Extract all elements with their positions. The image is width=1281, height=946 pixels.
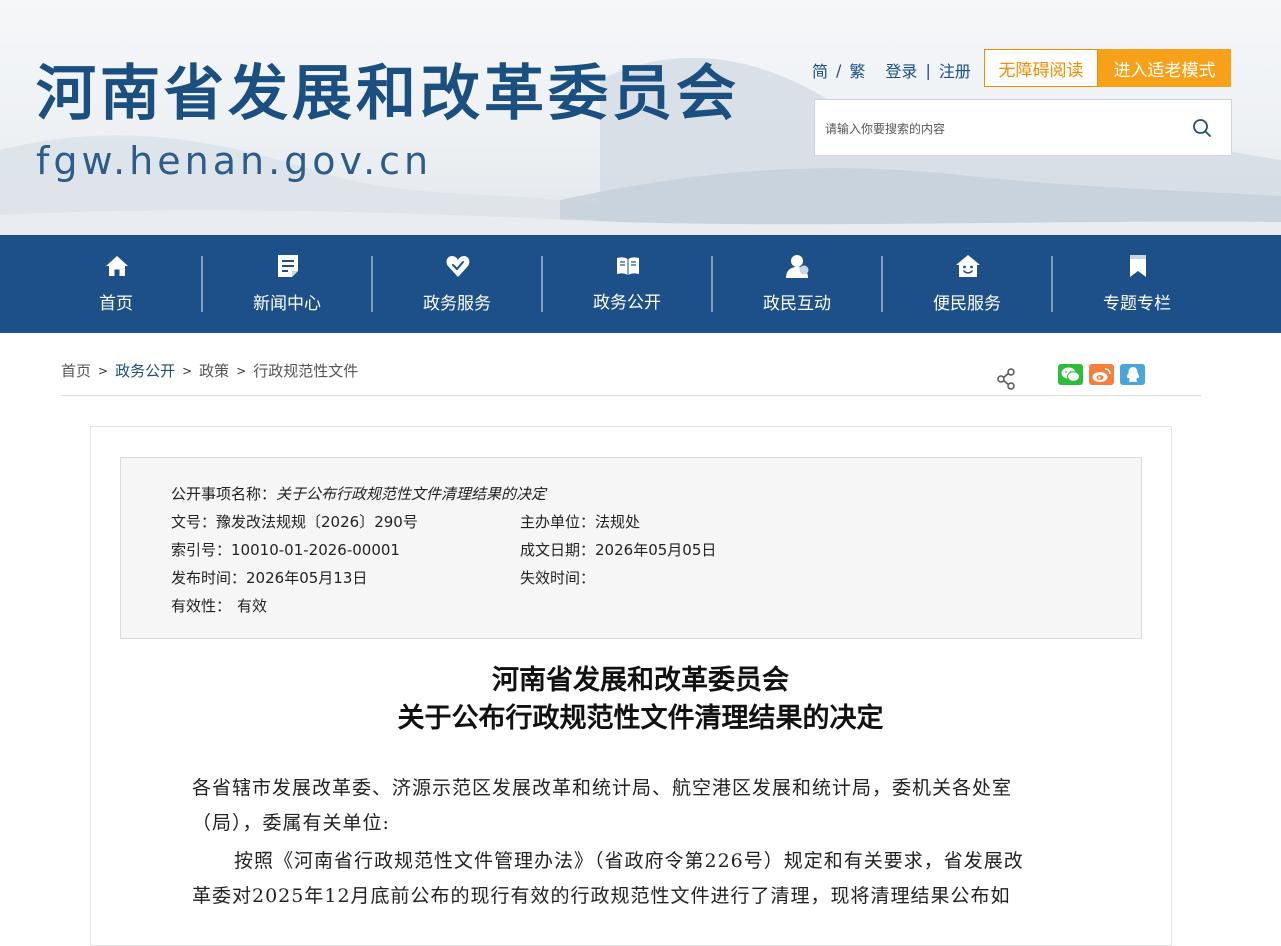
breadcrumb-divider	[61, 395, 1201, 396]
site-domain: fgw.henan.gov.cn	[36, 139, 433, 183]
meta-index: 索引号：10010-01-2026-00001	[171, 539, 400, 560]
meta-value: 有效	[237, 597, 268, 615]
login-link[interactable]: 登录	[885, 58, 917, 82]
people-icon	[786, 255, 809, 278]
breadcrumb: 首页 > 政务公开 > 政策 > 行政规范性文件	[61, 360, 358, 381]
meta-label: 主办单位：	[520, 513, 596, 531]
qq-share-button[interactable]	[1120, 364, 1145, 385]
search-icon[interactable]	[1192, 118, 1212, 138]
meta-value: 豫发改法规规〔2026〕290号	[216, 513, 418, 531]
news-icon	[278, 255, 298, 277]
document-paragraph-line: 按照《河南省行政规范性文件管理办法》（省政府令第226号）规定和有关要求，省发展…	[234, 850, 1024, 872]
search-input[interactable]	[823, 114, 1187, 144]
meta-label: 文号：	[171, 513, 217, 531]
share-icon[interactable]	[996, 368, 1016, 390]
meta-label: 公开事项名称：	[171, 485, 277, 503]
document-title-line1: 河南省发展和改革委员会	[492, 665, 789, 696]
nav-item-disclosure[interactable]: 政务公开	[542, 235, 712, 333]
breadcrumb-item-normative-docs[interactable]: 行政规范性文件	[253, 360, 358, 381]
qq-icon	[1126, 367, 1139, 382]
meta-value: 关于公布行政规范性文件清理结果的决定	[276, 485, 547, 503]
breadcrumb-separator: >	[98, 363, 109, 378]
document-meta-box: 公开事项名称：关于公布行政规范性文件清理结果的决定 文号：豫发改法规规〔2026…	[120, 457, 1142, 639]
book-icon	[617, 257, 639, 275]
nav-label: 新闻中心	[253, 294, 321, 314]
nav-item-services[interactable]: 政务服务	[372, 235, 542, 333]
meta-label: 有效性：	[171, 597, 232, 615]
nav-item-topics[interactable]: 专题专栏	[1052, 235, 1222, 333]
nav-label: 政务公开	[593, 293, 661, 313]
document-paragraph-line: 各省辖市发展改革委、济源示范区发展改革和统计局、航空港区发展和统计局，委机关各处…	[192, 777, 1013, 799]
meta-publish: 发布时间：2026年05月13日	[171, 567, 367, 588]
wechat-share-button[interactable]	[1058, 364, 1083, 385]
meta-label: 成文日期：	[520, 541, 596, 559]
meta-label: 发布时间：	[171, 569, 247, 587]
meta-item-name: 公开事项名称：关于公布行政规范性文件清理结果的决定	[171, 483, 546, 504]
meta-issuer: 主办单位：法规处	[520, 511, 640, 532]
breadcrumb-item-disclosure[interactable]: 政务公开	[115, 360, 175, 381]
meta-validity: 有效性： 有效	[171, 595, 267, 616]
site-title: 河南省发展和改革委员会	[36, 59, 740, 129]
weibo-icon	[1092, 367, 1111, 382]
nav-label: 政民互动	[763, 294, 831, 314]
breadcrumb-separator: >	[182, 363, 193, 378]
meta-expire: 失效时间：	[520, 567, 595, 588]
meta-label: 索引号：	[171, 541, 232, 559]
meta-doc-no: 文号：豫发改法规规〔2026〕290号	[171, 511, 418, 532]
meta-label: 失效时间：	[520, 569, 596, 587]
separator: /	[836, 60, 842, 80]
breadcrumb-item-home[interactable]: 首页	[61, 360, 91, 381]
lang-traditional-link[interactable]: 繁	[849, 58, 865, 82]
meta-value: 2026年05月13日	[246, 569, 368, 587]
document-title-line2: 关于公布行政规范性文件清理结果的决定	[397, 703, 884, 734]
breadcrumb-separator: >	[236, 363, 247, 378]
register-link[interactable]: 注册	[939, 58, 971, 82]
breadcrumb-item-policy[interactable]: 政策	[199, 360, 229, 381]
meta-value: 2026年05月05日	[595, 541, 717, 559]
weibo-share-button[interactable]	[1089, 364, 1114, 385]
separator: |	[925, 60, 931, 80]
top-links: 简 / 繁 登录 | 注册	[812, 58, 971, 82]
accessibility-button[interactable]: 无障碍阅读	[984, 49, 1098, 87]
meta-value: 10010-01-2026-00001	[231, 541, 400, 559]
nav-item-interaction[interactable]: 政民互动	[712, 235, 882, 333]
nav-label: 首页	[99, 294, 133, 314]
handshake-icon	[446, 256, 470, 277]
nav-item-convenience[interactable]: 便民服务	[882, 235, 1052, 333]
elder-mode-button[interactable]: 进入适老模式	[1098, 49, 1231, 87]
nav-item-home[interactable]: 首页	[31, 235, 201, 333]
meta-date: 成文日期：2026年05月05日	[520, 539, 716, 560]
house-smile-icon	[956, 255, 980, 277]
nav-label: 政务服务	[423, 294, 491, 314]
search-box	[814, 99, 1232, 156]
meta-value: 法规处	[595, 513, 641, 531]
nav-item-news[interactable]: 新闻中心	[202, 235, 372, 333]
main-nav: 首页 新闻中心 政务服务 政务公开 政民互动 便民服务 专题专栏	[0, 235, 1281, 333]
nav-label: 专题专栏	[1103, 294, 1171, 314]
document-paragraph-line: （局），委属有关单位:	[192, 812, 390, 834]
lang-simplified-link[interactable]: 简	[812, 58, 828, 82]
bookmark-icon	[1130, 255, 1146, 277]
document-paragraph-line: 革委对2025年12月底前公布的现行有效的行政规范性文件进行了清理，现将清理结果…	[192, 885, 1011, 907]
home-icon	[106, 256, 128, 276]
nav-label: 便民服务	[933, 294, 1001, 314]
wechat-icon	[1061, 367, 1080, 382]
